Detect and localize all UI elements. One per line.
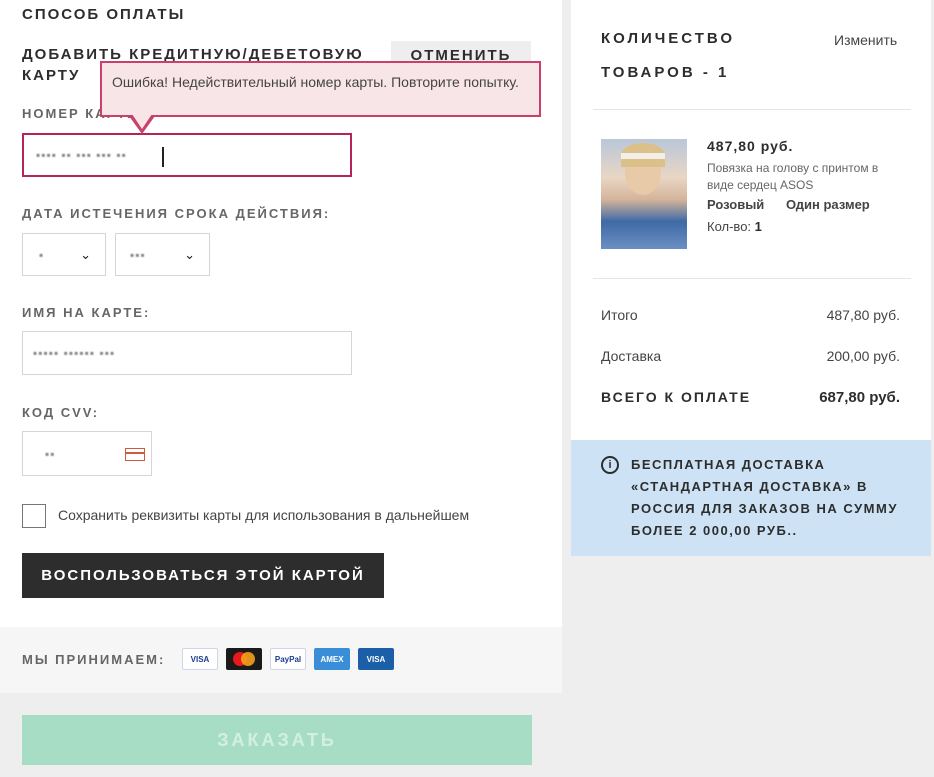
cvv-label: КОД CVV: bbox=[22, 405, 100, 420]
name-on-card-value: ▪▪▪▪▪ ▪▪▪▪▪▪ ▪▪▪ bbox=[33, 346, 116, 360]
paypal-icon: PayPal bbox=[270, 648, 306, 670]
cvv-input[interactable]: ▪▪ bbox=[22, 431, 152, 476]
total-label: ВСЕГО К ОПЛАТЕ bbox=[601, 389, 752, 405]
product-image bbox=[601, 139, 687, 249]
amex-icon: AMEX bbox=[314, 648, 350, 670]
free-delivery-text: БЕСПЛАТНАЯ ДОСТАВКА «СТАНДАРТНАЯ ДОСТАВК… bbox=[631, 457, 898, 538]
mastercard-icon bbox=[226, 648, 262, 670]
place-order-button[interactable]: ЗАКАЗАТЬ bbox=[22, 715, 532, 765]
items-count-title-line1: КОЛИЧЕСТВО bbox=[601, 30, 736, 47]
visa-electron-icon: VISA bbox=[358, 648, 394, 670]
save-card-checkbox[interactable] bbox=[22, 504, 46, 528]
name-on-card-input[interactable]: ▪▪▪▪▪ ▪▪▪▪▪▪ ▪▪▪ bbox=[22, 331, 352, 375]
info-icon: i bbox=[601, 456, 619, 474]
expiry-month-value: ▪ bbox=[39, 247, 45, 262]
expiry-label: ДАТА ИСТЕЧЕНИЯ СРОКА ДЕЙСТВИЯ: bbox=[22, 206, 331, 221]
text-caret bbox=[162, 147, 164, 167]
use-card-button[interactable]: ВОСПОЛЬЗОВАТЬСЯ ЭТОЙ КАРТОЙ bbox=[22, 553, 384, 598]
product-name: Повязка на голову с принтом в виде серде… bbox=[707, 161, 879, 192]
expiry-year-value: ▪▪▪ bbox=[130, 247, 146, 262]
payment-method-title: СПОСОБ ОПЛАТЫ bbox=[22, 6, 186, 23]
error-tooltip: Ошибка! Недействительный номер карты. По… bbox=[100, 61, 541, 117]
quantity-label: Кол-во: bbox=[707, 219, 752, 234]
chevron-down-icon: ⌄ bbox=[80, 247, 91, 262]
error-message: Ошибка! Недействительный номер карты. По… bbox=[112, 74, 519, 90]
items-count-title-line2: ТОВАРОВ - 1 bbox=[601, 64, 730, 81]
we-accept-label: МЫ ПРИНИМАЕМ: bbox=[22, 652, 166, 667]
quantity-value: 1 bbox=[754, 219, 762, 234]
cvv-value: ▪▪ bbox=[45, 446, 56, 461]
total-value: 687,80 руб. bbox=[819, 389, 900, 406]
product-color: Розовый bbox=[707, 197, 765, 212]
card-cvv-icon bbox=[125, 448, 145, 461]
delivery-label: Доставка bbox=[601, 348, 662, 364]
error-tooltip-arrow-fill bbox=[132, 114, 152, 129]
subtotal-value: 487,80 руб. bbox=[826, 307, 900, 323]
product-quantity: Кол-во: 1 bbox=[707, 219, 762, 234]
summary-divider bbox=[593, 278, 911, 279]
save-card-label[interactable]: Сохранить реквизиты карты для использова… bbox=[58, 507, 469, 523]
card-number-value: ▪▪▪▪ ▪▪ ▪▪▪ ▪▪▪ ▪▪ bbox=[36, 148, 127, 162]
expiry-year-select[interactable]: ▪▪▪ ⌄ bbox=[115, 233, 210, 276]
name-on-card-label: ИМЯ НА КАРТЕ: bbox=[22, 305, 151, 320]
summary-divider bbox=[593, 109, 911, 110]
product-price: 487,80 руб. bbox=[707, 138, 794, 154]
chevron-down-icon: ⌄ bbox=[184, 247, 195, 262]
expiry-month-select[interactable]: ▪ ⌄ bbox=[22, 233, 106, 276]
subtotal-label: Итого bbox=[601, 307, 638, 323]
delivery-value: 200,00 руб. bbox=[826, 348, 900, 364]
card-number-input[interactable]: ▪▪▪▪ ▪▪ ▪▪▪ ▪▪▪ ▪▪ bbox=[22, 133, 352, 177]
product-size: Один размер bbox=[786, 197, 870, 212]
visa-icon: VISA bbox=[182, 648, 218, 670]
change-link[interactable]: Изменить bbox=[834, 32, 897, 48]
